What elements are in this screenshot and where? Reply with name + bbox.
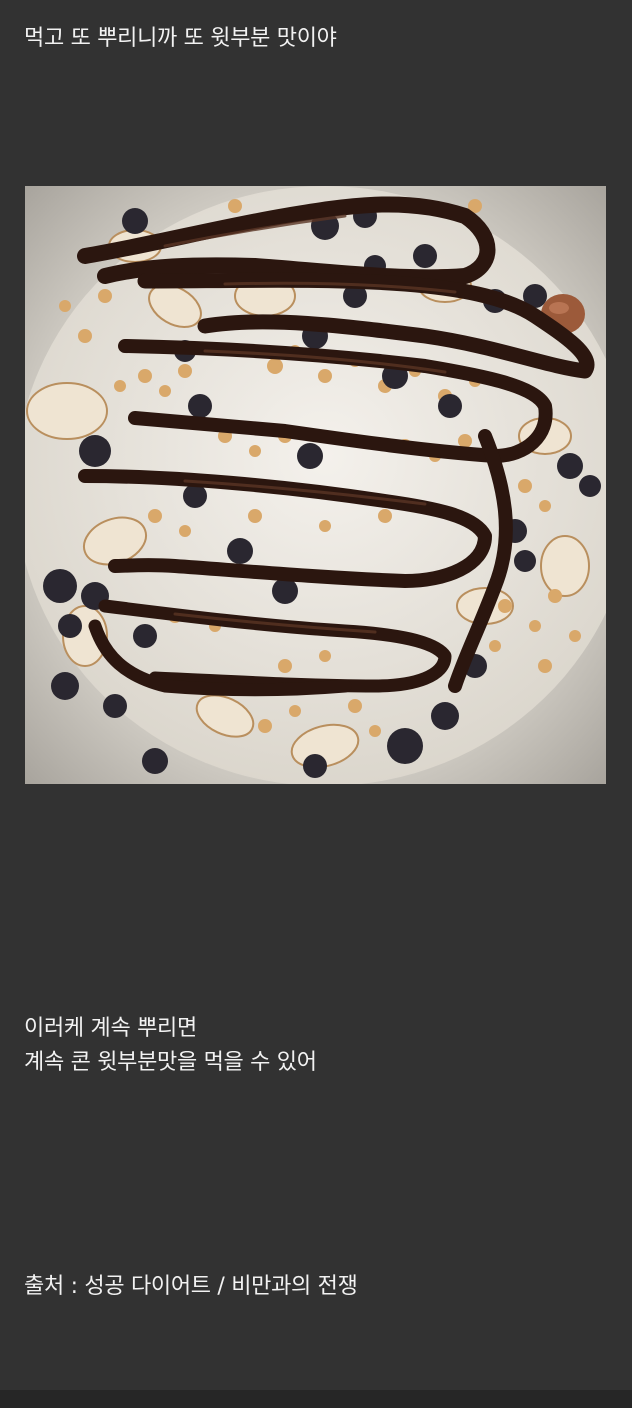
- post-text-line-3: 계속 콘 윗부분맛을 먹을 수 있어: [24, 1050, 317, 1075]
- source-credit: 출처 : 성공 다이어트 / 비만과의 전쟁: [24, 1274, 358, 1299]
- ice-cream-topping-photo: [25, 186, 606, 784]
- bottom-divider: [0, 1390, 632, 1408]
- post-text-paragraph: 이러케 계속 뿌리면 계속 콘 윗부분맛을 먹을 수 있어: [24, 1012, 317, 1080]
- post-text-line-1: 먹고 또 뿌리니까 또 윗부분 맛이야: [24, 26, 337, 51]
- post-text-line-2: 이러케 계속 뿌리면: [24, 1016, 197, 1041]
